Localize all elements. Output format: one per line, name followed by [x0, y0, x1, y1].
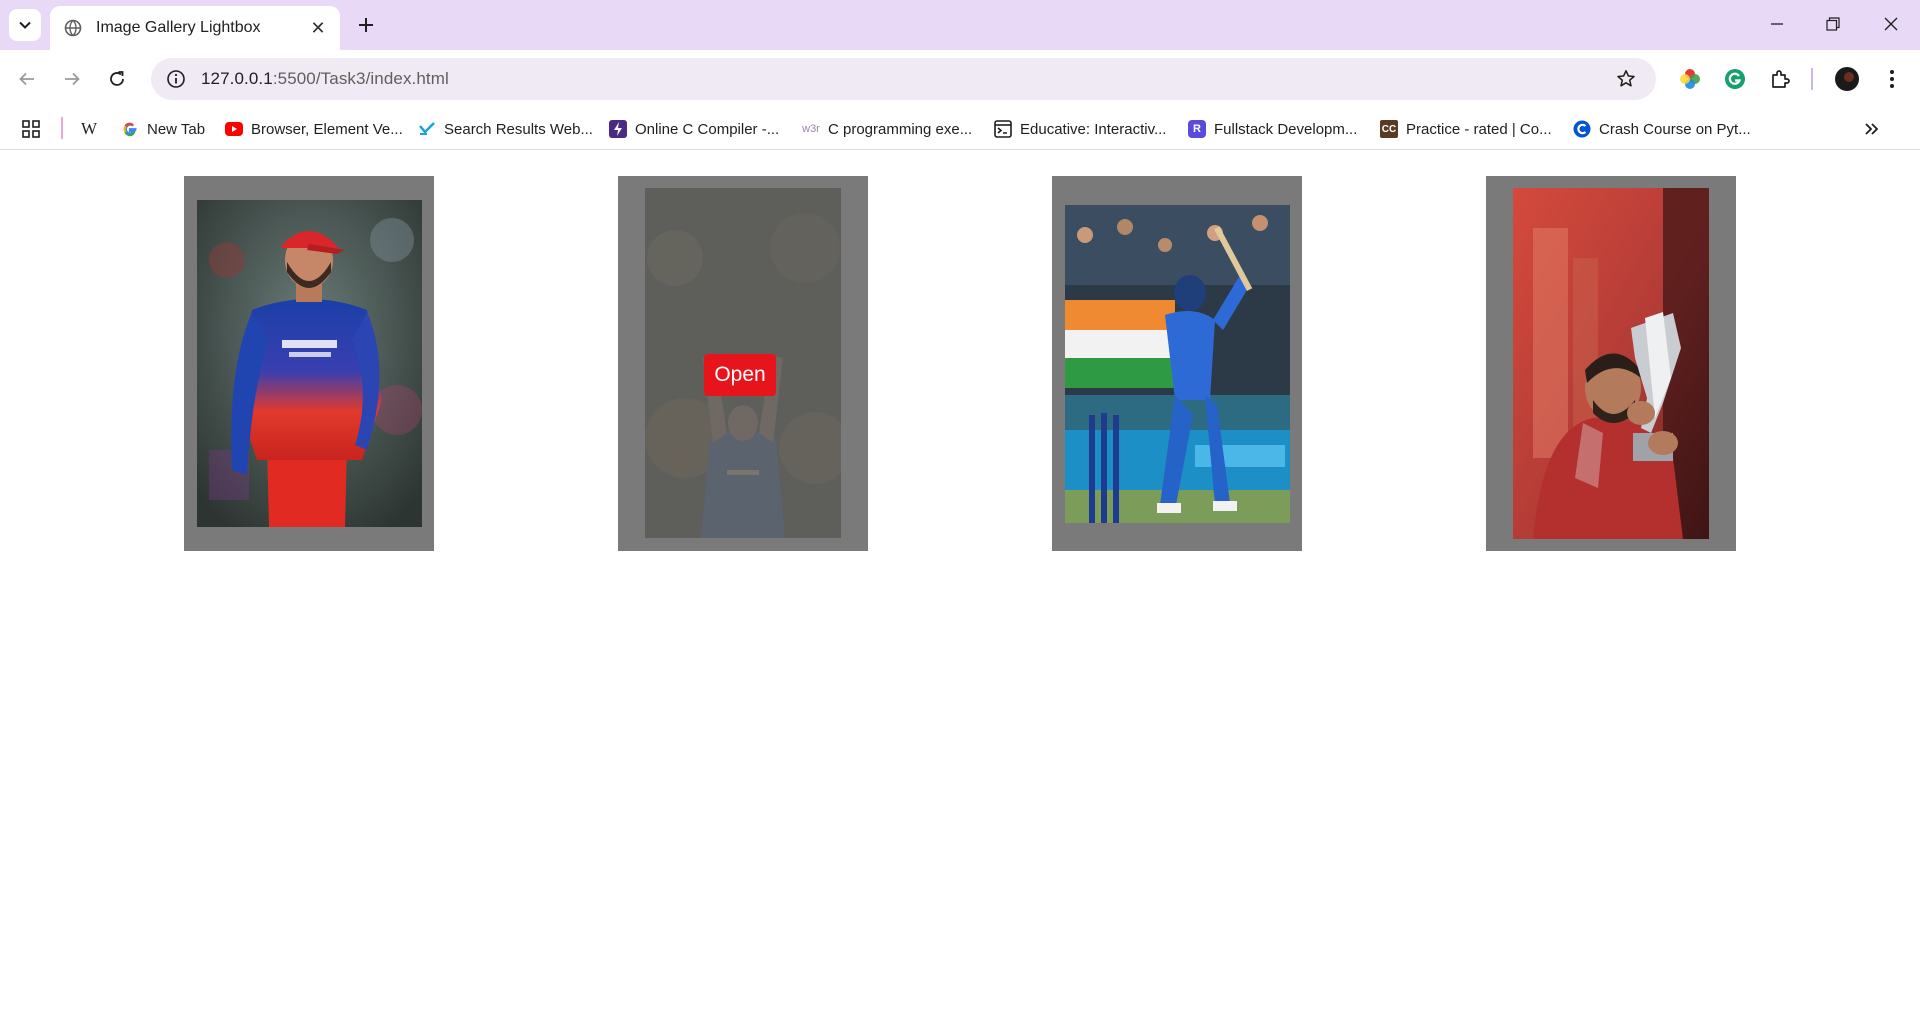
bookmark-crash-course[interactable]: Crash Course on Pyt...: [1573, 116, 1751, 142]
restore-button[interactable]: [1813, 8, 1853, 40]
reload-button[interactable]: [101, 63, 133, 95]
apps-grid-icon[interactable]: [22, 116, 40, 142]
bookmarks-overflow-icon[interactable]: [1864, 116, 1880, 142]
gallery-image[interactable]: [1065, 205, 1290, 523]
minimize-button[interactable]: [1757, 8, 1797, 40]
browser-toolbar: 127.0.0.1:5500/Task3/index.html: [0, 50, 1920, 108]
gallery-card[interactable]: Open: [618, 176, 868, 551]
gallery-card[interactable]: [1052, 176, 1302, 551]
bookmark-label: Online C Compiler -...: [635, 120, 780, 138]
close-icon: [1884, 17, 1898, 31]
url-host: 127.0.0.1: [201, 69, 273, 88]
bookmarks-separator: [61, 117, 63, 139]
close-window-button[interactable]: [1871, 8, 1911, 40]
r-icon: R: [1188, 120, 1206, 138]
reload-icon: [110, 71, 124, 86]
toolbar-divider: [1811, 68, 1813, 90]
new-tab-button[interactable]: [352, 11, 380, 39]
bookmark-label: Practice - rated | Co...: [1406, 120, 1552, 138]
bookmark-fullstack[interactable]: R Fullstack Developm...: [1188, 116, 1357, 142]
extensions-puzzle-icon[interactable]: [1766, 65, 1794, 93]
plus-icon: [359, 18, 373, 32]
bookmark-browser-element[interactable]: Browser, Element Ve...: [225, 116, 403, 142]
wikipedia-icon: W: [80, 119, 98, 138]
check-icon: [418, 120, 436, 138]
youtube-icon: [225, 120, 243, 138]
cc-icon: CC: [1380, 120, 1398, 138]
w3r-icon: w3r: [802, 123, 820, 135]
bookmark-educative[interactable]: Educative: Interactiv...: [994, 116, 1166, 142]
bookmark-label: Browser, Element Ve...: [251, 120, 403, 138]
bolt-icon: [609, 120, 627, 138]
bookmark-label: Search Results Web...: [444, 120, 593, 138]
arrow-right-icon: [65, 72, 80, 86]
bookmark-practice[interactable]: CC Practice - rated | Co...: [1380, 116, 1552, 142]
gallery-card[interactable]: [184, 176, 434, 551]
browser-menu-icon[interactable]: [1878, 65, 1906, 93]
open-lightbox-button[interactable]: Open: [704, 354, 776, 396]
bookmark-label: New Tab: [147, 120, 206, 138]
gallery-card[interactable]: [1486, 176, 1736, 551]
bookmark-label: Educative: Interactiv...: [1020, 120, 1167, 138]
url-path: :5500/Task3/index.html: [272, 69, 449, 88]
bookmark-label: C programming exe...: [828, 120, 973, 138]
grammarly-extension-icon[interactable]: [1721, 65, 1749, 93]
tab-title: Image Gallery Lightbox: [96, 19, 261, 36]
site-info-icon[interactable]: [165, 68, 187, 90]
browser-tab-active[interactable]: Image Gallery Lightbox ✕: [50, 6, 340, 50]
address-bar[interactable]: 127.0.0.1:5500/Task3/index.html: [151, 58, 1656, 100]
bookmark-search-results[interactable]: Search Results Web...: [418, 116, 593, 142]
color-picker-extension-icon[interactable]: [1676, 65, 1704, 93]
bookmark-c-programming[interactable]: w3r C programming exe...: [802, 116, 972, 142]
bookmark-star-icon[interactable]: [1614, 67, 1638, 91]
bookmark-online-c-compiler[interactable]: Online C Compiler -...: [609, 116, 779, 142]
bookmark-label: Crash Course on Pyt...: [1599, 120, 1751, 138]
tab-close-icon[interactable]: ✕: [306, 16, 330, 40]
google-icon: [121, 120, 139, 138]
profile-avatar[interactable]: [1833, 65, 1861, 93]
bookmark-new-tab[interactable]: New Tab: [121, 116, 205, 142]
back-button[interactable]: [11, 63, 43, 95]
forward-button[interactable]: [56, 63, 88, 95]
arrow-left-icon: [19, 72, 34, 86]
minimize-icon: [1771, 23, 1783, 25]
educative-icon: [994, 120, 1012, 138]
url-text: 127.0.0.1:5500/Task3/index.html: [201, 69, 449, 89]
bookmark-wikipedia[interactable]: W: [80, 116, 106, 142]
gallery-image[interactable]: [1513, 188, 1709, 539]
bookmark-label: Fullstack Developm...: [1214, 120, 1358, 138]
chevron-down-icon: [19, 21, 31, 29]
browser-titlebar: Image Gallery Lightbox ✕: [0, 0, 1920, 50]
bookmarks-bar: W New Tab Browser, Element Ve... Search …: [0, 108, 1920, 150]
coursera-icon: [1573, 120, 1591, 138]
gallery-image[interactable]: [197, 200, 422, 527]
globe-icon: [64, 19, 82, 37]
tab-search-button[interactable]: [9, 9, 41, 41]
restore-icon: [1826, 17, 1840, 31]
